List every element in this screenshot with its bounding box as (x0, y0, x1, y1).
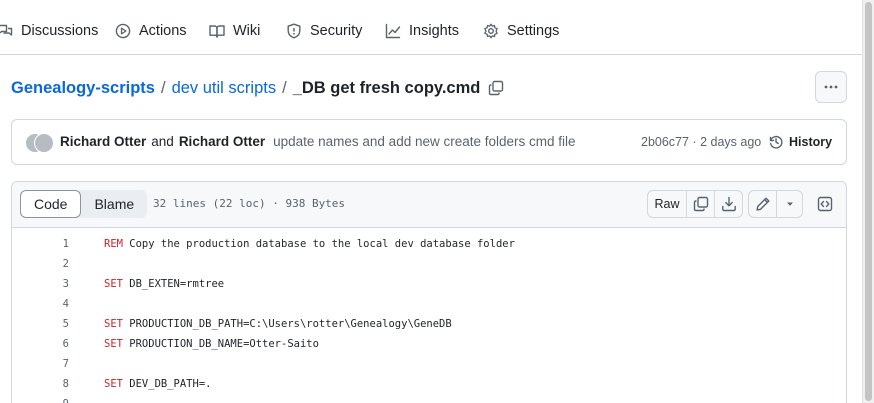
tab-blame[interactable]: Blame (81, 190, 147, 218)
play-icon (115, 23, 131, 39)
code-rest: DB_EXTEN=rmtree (122, 278, 225, 290)
breadcrumb-file-name: _DB get fresh copy.cmd (292, 78, 481, 97)
line-number[interactable]: 5 (12, 314, 69, 334)
code-line: 5 SET PRODUCTION_DB_PATH=C:\Users\rotter\… (12, 314, 846, 334)
line-number[interactable]: 3 (12, 274, 69, 294)
chevron-down-icon (786, 202, 793, 206)
author-avatars[interactable] (25, 133, 55, 153)
file-viewer: Code Blame 32 lines (22 loc) · 938 Bytes… (11, 181, 847, 403)
gear-icon (484, 23, 498, 39)
line-number[interactable]: 1 (12, 234, 69, 254)
tab-wiki-label: Wiki (233, 23, 261, 39)
more-options-button[interactable] (815, 71, 847, 103)
code-line: 3 SET DB_EXTEN=rmtree (12, 274, 846, 294)
breadcrumb-separator: / (160, 78, 166, 97)
breadcrumb: Genealogy-scripts / dev util scripts / _… (11, 76, 504, 100)
code-line: 6 SET PRODUCTION_DB_NAME=Otter-Saito (12, 334, 846, 354)
code-text: SET PRODUCTION_DB_PATH=C:\Users\rotter\G… (104, 314, 452, 334)
tab-actions-label: Actions (139, 23, 187, 39)
tab-discussions-label: Discussions (21, 23, 99, 39)
line-number[interactable]: 8 (12, 374, 69, 394)
commit-author-joiner: and (151, 134, 174, 149)
tab-discussions[interactable]: Discussions (0, 19, 98, 43)
line-number[interactable]: 9 (12, 394, 69, 403)
code-content: 1 REM Copy the production database to the… (12, 234, 846, 403)
code-keyword: SET (104, 318, 123, 330)
history-label: History (789, 135, 833, 149)
code-line: 8 SET DEV_DB_PATH=. (12, 374, 846, 394)
code-line: 7 (12, 354, 846, 374)
breadcrumb-repo-link[interactable]: Genealogy-scripts (11, 79, 155, 98)
raw-button[interactable]: Raw (647, 190, 687, 218)
download-button[interactable] (714, 190, 743, 218)
file-header: Code Blame 32 lines (22 loc) · 938 Bytes… (12, 182, 846, 228)
shield-icon (287, 23, 301, 39)
code-keyword: SET (104, 278, 123, 290)
copy-path-icon[interactable] (488, 80, 504, 96)
code-rest: DEV_DB_PATH=. (122, 378, 212, 390)
breadcrumb-folder-link[interactable]: dev util scripts (172, 79, 277, 98)
tab-insights-label: Insights (409, 23, 459, 39)
line-number[interactable]: 2 (12, 254, 69, 274)
code-text: SET DEV_DB_PATH=. (104, 374, 211, 394)
history-icon (769, 135, 783, 149)
code-rest: Copy the production database to the loca… (122, 238, 515, 250)
discussions-icon (0, 24, 13, 36)
code-square-icon (817, 196, 832, 212)
edit-options-dropdown[interactable] (776, 190, 803, 218)
commit-author-link[interactable]: Richard Otter (60, 134, 146, 149)
tab-code[interactable]: Code (20, 190, 82, 218)
copy-raw-button[interactable] (686, 190, 715, 218)
line-number[interactable]: 6 (12, 334, 69, 354)
avatar (34, 133, 54, 153)
graph-icon (385, 23, 401, 39)
history-button[interactable]: History (768, 132, 832, 152)
tab-actions[interactable]: Actions (115, 19, 187, 43)
code-text: SET PRODUCTION_DB_NAME=Otter-Saito (104, 334, 319, 354)
tab-security-label: Security (310, 23, 363, 39)
code-text: SET DB_EXTEN=rmtree (104, 274, 224, 294)
repo-nav: Discussions Actions Wiki Security Insigh… (0, 0, 862, 55)
scrollbar-thumb[interactable] (865, 2, 872, 401)
code-text: REM Copy the production database to the … (104, 234, 515, 254)
download-icon (721, 196, 736, 212)
page-scrollbar[interactable] (862, 0, 874, 403)
line-number[interactable]: 4 (12, 294, 69, 314)
line-number[interactable]: 7 (12, 354, 69, 374)
symbols-panel-button[interactable] (810, 190, 839, 218)
code-line: 4 (12, 294, 846, 314)
commit-author-link[interactable]: Richard Otter (179, 134, 265, 149)
commit-summary: Richard Otter and Richard Otter update n… (60, 134, 576, 149)
code-keyword: SET (104, 338, 123, 350)
edit-file-button[interactable] (748, 190, 777, 218)
file-stats: 32 lines (22 loc) · 938 Bytes (153, 197, 346, 210)
code-keyword: SET (104, 378, 123, 390)
code-rest: PRODUCTION_DB_NAME=Otter-Saito (122, 338, 319, 350)
kebab-horizontal-icon (824, 85, 838, 89)
commit-sha-and-date[interactable]: 2b06c77 · 2 days ago (641, 135, 761, 149)
commit-message-link[interactable]: update names and add new create folders … (273, 134, 575, 149)
code-keyword: REM (104, 238, 123, 250)
breadcrumb-separator: / (282, 78, 287, 97)
latest-commit-box: Richard Otter and Richard Otter update n… (11, 119, 847, 165)
code-line: 2 (12, 254, 846, 274)
tab-settings-label: Settings (507, 23, 560, 39)
code-rest: PRODUCTION_DB_PATH=C:\Users\rotter\Genea… (122, 318, 452, 330)
view-mode-toggle: Code Blame (20, 190, 148, 218)
tab-wiki[interactable]: Wiki (209, 19, 260, 43)
tab-settings[interactable]: Settings (483, 19, 559, 43)
pencil-icon (755, 197, 769, 211)
tab-insights[interactable]: Insights (385, 19, 459, 43)
tab-security[interactable]: Security (286, 19, 362, 43)
book-icon (209, 25, 225, 38)
code-line: 1 REM Copy the production database to the… (12, 234, 846, 254)
copy-icon (693, 196, 708, 212)
code-line: 9 (12, 394, 846, 403)
